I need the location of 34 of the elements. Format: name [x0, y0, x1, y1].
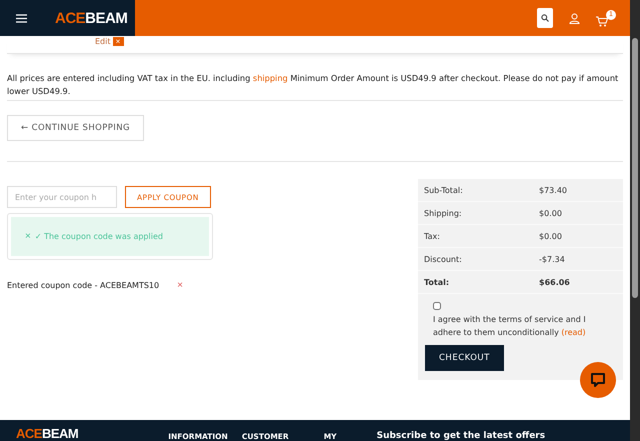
remove-button[interactable]: ×: [112, 37, 124, 46]
summary-value: -$7.34: [539, 254, 565, 264]
search-icon: [541, 14, 549, 22]
search-button[interactable]: [537, 8, 553, 28]
summary-value: $0.00: [539, 232, 562, 240]
cart-icon: [596, 16, 608, 26]
acebeam-logo: ACEBEAM: [16, 426, 78, 441]
summary-label: Total:: [424, 278, 450, 286]
summary-value: $0.00: [539, 208, 562, 218]
summary-value: $66.06: [539, 278, 570, 286]
chat-button[interactable]: [580, 362, 616, 398]
shipping-link[interactable]: shipping: [252, 73, 288, 83]
acebeam-logo[interactable]: ACEBEAM: [55, 10, 128, 26]
entered-coupon-text: Entered coupon code - ACEBEAMTS10: [7, 281, 160, 290]
success-message: ✓ The coupon code was applied: [34, 232, 163, 241]
subscribe-heading: Subscribe to get the latest offers: [376, 431, 546, 441]
remove-coupon-button[interactable]: ×: [177, 280, 183, 291]
summary-value: $73.40: [539, 186, 567, 194]
read-link[interactable]: (read): [561, 328, 586, 337]
chat-icon: [590, 372, 606, 388]
price-notice: All prices are entered including VAT tax in the EU. including shipping Minimum Order Amount is USD49.9 after checkout. Please do not pay if amount lower USD49.9.: [7, 72, 623, 101]
terms-text: I agree with the terms of service and I adhere to them unconditionally (read): [433, 314, 587, 339]
menu-icon[interactable]: [16, 14, 27, 22]
terms-checkbox[interactable]: [433, 302, 441, 310]
close-alert-button[interactable]: ×: [25, 231, 31, 242]
edit-label[interactable]: Edit: [95, 37, 110, 47]
summary-label: Discount:: [424, 254, 463, 264]
summary-label: Sub-Total:: [424, 186, 464, 194]
user-icon[interactable]: [569, 12, 580, 24]
summary-label: Tax:: [424, 232, 441, 240]
summary-label: Shipping:: [424, 208, 463, 218]
continue-shopping-button[interactable]: ← CONTINUE SHOPPING: [7, 115, 144, 141]
checkout-button[interactable]: CHECKOUT: [425, 345, 504, 371]
coupon-field[interactable]: Enter your coupon h: [7, 186, 117, 208]
